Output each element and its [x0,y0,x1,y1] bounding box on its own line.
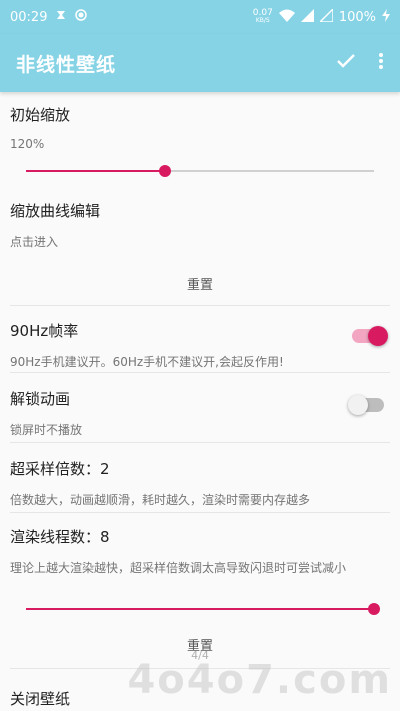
slider-fill [26,608,374,610]
render-threads-slider[interactable] [26,603,380,615]
setting-summary: 理论上越大渲染越快，超采样倍数调太高导致闪退时可尝试减小 [10,561,347,575]
slider-thumb[interactable] [159,165,172,177]
reset-button[interactable]: 重置 [0,274,400,293]
toggle-unlock-animation[interactable] [348,395,384,415]
setting-label: 渲染线程数：8 [10,528,110,546]
toggle-knob [368,326,388,346]
setting-curve-edit[interactable]: 缩放曲线编辑 点击进入 [10,200,390,250]
toggle-90hz[interactable] [352,326,388,346]
net-speed: 0.07 KB/S [252,8,273,25]
more-vert-icon[interactable] [378,52,384,74]
status-bar: 00:29 0.07 KB/S 100% [0,0,400,34]
setting-unlock-animation[interactable]: 解锁动画 锁屏时不播放 [10,388,390,438]
setting-label: 超采样倍数：2 [10,460,110,478]
setting-90hz[interactable]: 90Hz帧率 90Hz手机建议开。60Hz手机不建议开,会起反作用! [10,320,390,370]
divider [10,512,390,513]
toggle-knob [348,395,368,415]
signal-2-icon [318,6,334,26]
initial-zoom-slider[interactable] [26,165,374,177]
divider [10,372,390,373]
slider-fill [26,170,166,172]
clock: 00:29 [10,9,48,25]
watermark-logo: 4o4o7.com [127,657,392,703]
notification-icon [55,9,67,25]
setting-value: 120% [10,137,45,151]
setting-supersample[interactable]: 超采样倍数：2 倍数越大，动画越顺滑，耗时越久，渲染时需要内存越多 [10,458,390,508]
setting-label: 缩放曲线编辑 [10,202,101,220]
setting-summary: 点击进入 [10,235,59,249]
record-icon [75,9,88,25]
slider-thumb[interactable] [368,603,380,615]
battery-level: 100% [338,9,376,25]
setting-initial-zoom: 初始缩放 120% [10,104,390,151]
divider [10,442,390,443]
setting-summary: 90Hz手机建议开。60Hz手机不建议开,会起反作用! [10,355,284,369]
check-icon[interactable] [336,53,356,73]
page-title: 非线性壁纸 [16,53,117,76]
battery-charging-icon [382,8,390,26]
wifi-icon [278,9,295,26]
setting-label: 解锁动画 [10,390,71,408]
divider [10,305,390,306]
setting-label: 90Hz帧率 [10,322,79,340]
setting-summary: 锁屏时不播放 [10,423,83,437]
app-bar: 非线性壁纸 [0,34,400,92]
setting-render-threads[interactable]: 渲染线程数：8 理论上越大渲染越快，超采样倍数调太高导致闪退时可尝试减小 [10,526,390,577]
signal-icon [300,8,314,26]
setting-label: 初始缩放 [10,106,71,124]
setting-summary: 倍数越大，动画越顺滑，耗时越久，渲染时需要内存越多 [10,493,311,507]
